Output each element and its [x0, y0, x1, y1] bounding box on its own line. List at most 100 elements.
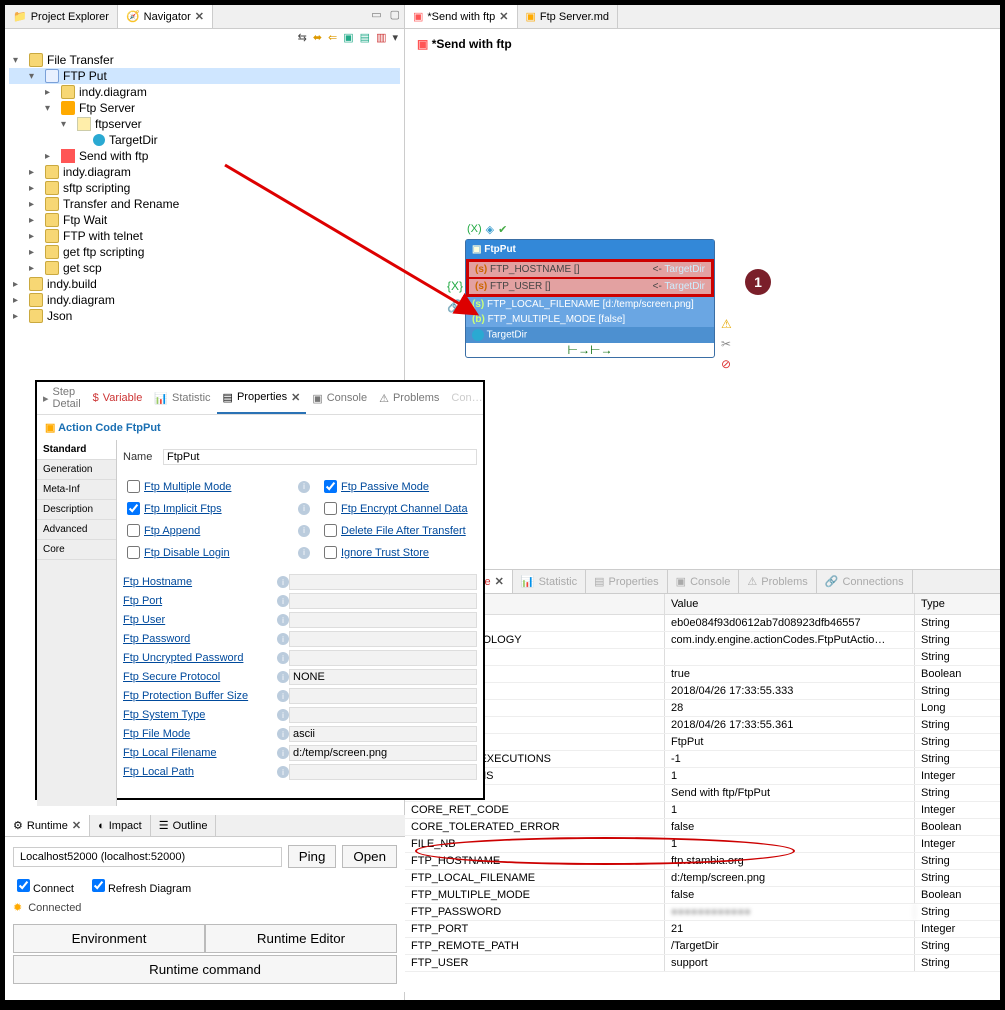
- refresh-checkbox[interactable]: [92, 879, 105, 892]
- table-row[interactable]: FILE_NB1Integer: [405, 836, 1000, 853]
- table-row[interactable]: FTP_PORT21Integer: [405, 921, 1000, 938]
- properties-panel: ▸ Step Detail $ Variable 📊 Statistic ▤ P…: [35, 380, 485, 800]
- tab-statistic2[interactable]: 📊 Statistic: [148, 382, 216, 414]
- close-icon[interactable]: ✕: [495, 575, 504, 588]
- table-row[interactable]: …EFtpPutString: [405, 734, 1000, 751]
- propnav-generation[interactable]: Generation: [37, 460, 116, 480]
- tab-conn2[interactable]: Con…: [445, 382, 488, 414]
- tree-icon-2[interactable]: ▤: [360, 31, 370, 44]
- ftp-localfn-input[interactable]: [289, 745, 477, 761]
- open-button[interactable]: Open: [342, 845, 397, 868]
- tab-connections[interactable]: 🔗 Connections: [817, 570, 913, 593]
- cb-multi[interactable]: [127, 480, 140, 493]
- tree-targetdir[interactable]: TargetDir: [9, 132, 400, 148]
- ftp-user-input[interactable]: [289, 612, 477, 628]
- tab-impact[interactable]: ◐ Impact: [90, 815, 151, 836]
- collapse-all-icon[interactable]: ⇆: [298, 31, 307, 44]
- ftp-secure-input[interactable]: [289, 669, 477, 685]
- propnav-description[interactable]: Description: [37, 500, 116, 520]
- tab-properties2[interactable]: ▤ Properties ✕: [217, 382, 307, 414]
- propnav-metainf[interactable]: Meta-Inf: [37, 480, 116, 500]
- table-row[interactable]: …N_ACTIONtrueBoolean: [405, 666, 1000, 683]
- cb-ignore[interactable]: [324, 546, 337, 559]
- tab-navigator[interactable]: 🧭 Navigator ✕: [118, 5, 213, 28]
- table-row[interactable]: …EXECUTIONS1Integer: [405, 768, 1000, 785]
- tab-problems2[interactable]: ⚠ Problems: [373, 382, 445, 414]
- forbid-icon: ⊘: [721, 357, 732, 371]
- ftp-unc-password-input[interactable]: [289, 650, 477, 666]
- close-icon[interactable]: ✕: [499, 10, 508, 23]
- propnav-core[interactable]: Core: [37, 540, 116, 560]
- tab-statistic[interactable]: 📊 Statistic: [513, 570, 586, 593]
- table-row[interactable]: …DATE2018/04/26 17:33:55.361String: [405, 717, 1000, 734]
- table-row[interactable]: FTP_PASSWORD●●●●●●●●●●●●String: [405, 904, 1000, 921]
- check-icon: ✔: [498, 223, 507, 236]
- runtime-host-input[interactable]: [13, 847, 282, 867]
- table-row[interactable]: …ATION28Long: [405, 700, 1000, 717]
- back-icon[interactable]: ⇐: [328, 31, 337, 44]
- cb-implicit[interactable]: [127, 502, 140, 515]
- tab-stepdetail[interactable]: ▸ Step Detail: [37, 382, 87, 414]
- table-row[interactable]: …ENABLED_EXECUTIONS-1String: [405, 751, 1000, 768]
- runtime-editor-button[interactable]: Runtime Editor: [205, 924, 397, 953]
- variable-table[interactable]: …ON_IDeb0e084f93d0612ab7d08923dfb46557St…: [405, 615, 1000, 1010]
- ftp-port-input[interactable]: [289, 593, 477, 609]
- table-row[interactable]: FTP_HOSTNAMEftp.stambia.orgString: [405, 853, 1000, 870]
- name-input[interactable]: [163, 449, 477, 465]
- ftp-localpath-input[interactable]: [289, 764, 477, 780]
- ftp-sys-input[interactable]: [289, 707, 477, 723]
- table-row[interactable]: …ON_IDeb0e084f93d0612ab7d08923dfb46557St…: [405, 615, 1000, 632]
- minimize-icon[interactable]: ▭: [367, 5, 385, 28]
- tab-console2[interactable]: ▣ Console: [306, 382, 373, 414]
- ftp-buf-input[interactable]: [289, 688, 477, 704]
- close-icon[interactable]: ✕: [195, 10, 204, 23]
- cb-encrypt[interactable]: [324, 502, 337, 515]
- environment-button[interactable]: Environment: [13, 924, 205, 953]
- tab-problems[interactable]: ⚠ Problems: [739, 570, 816, 593]
- cb-disable[interactable]: [127, 546, 140, 559]
- table-row[interactable]: FTP_LOCAL_FILENAMEd:/temp/screen.pngStri…: [405, 870, 1000, 887]
- table-row[interactable]: FTP_REMOTE_PATH/TargetDirString: [405, 938, 1000, 955]
- close-icon[interactable]: ✕: [291, 391, 300, 404]
- runtime-command-button[interactable]: Runtime command: [13, 955, 397, 984]
- editor-tab-send-ftp[interactable]: ▣*Send with ftp ✕: [405, 5, 518, 28]
- close-icon[interactable]: ✕: [72, 819, 81, 832]
- ftp-hostname-input[interactable]: [289, 574, 477, 590]
- ftp-mode-input[interactable]: [289, 726, 477, 742]
- tree-ftp-put[interactable]: ▾FTP Put: [9, 68, 400, 84]
- table-row[interactable]: Send with ftp/FtpPutString: [405, 785, 1000, 802]
- callout-1: 1: [745, 269, 771, 295]
- editor-tab-ftp-md[interactable]: ▣Ftp Server.md: [518, 5, 618, 28]
- table-row[interactable]: …ON_TECHNOLOGYcom.indy.engine.actionCode…: [405, 632, 1000, 649]
- table-row[interactable]: …N_DATE2018/04/26 17:33:55.333String: [405, 683, 1000, 700]
- table-row[interactable]: CORE_RET_CODE1Integer: [405, 802, 1000, 819]
- navigator-tree[interactable]: ▾File Transfer ▾FTP Put ▸indy.diagram ▾F…: [5, 46, 404, 391]
- table-row[interactable]: CORE_TOLERATED_ERRORfalseBoolean: [405, 819, 1000, 836]
- propnav-advanced[interactable]: Advanced: [37, 520, 116, 540]
- connect-checkbox[interactable]: [17, 879, 30, 892]
- diagram-canvas[interactable]: (X) ◈ ✔ ▣ FtpPut (s) FTP_HOSTNAME []<- T…: [405, 59, 1000, 379]
- tree-icon-1[interactable]: ▣: [343, 31, 353, 44]
- editor-title: ▣ *Send with ftp: [405, 29, 1000, 59]
- tab-variable2[interactable]: $ Variable: [87, 382, 149, 414]
- tab-properties[interactable]: ▤ Properties: [586, 570, 668, 593]
- tab-console[interactable]: ▣ Console: [668, 570, 740, 593]
- cb-passive[interactable]: [324, 480, 337, 493]
- table-row[interactable]: FTP_USERsupportString: [405, 955, 1000, 972]
- link-editor-icon[interactable]: ⬌: [313, 31, 322, 44]
- tab-outline[interactable]: ☰ Outline: [151, 815, 217, 836]
- ping-button[interactable]: Ping: [288, 845, 337, 868]
- propnav-standard[interactable]: Standard: [37, 440, 116, 460]
- menu-icon[interactable]: ▾: [392, 31, 398, 44]
- scissors-icon: ✂: [721, 337, 732, 351]
- table-row[interactable]: FTP_MULTIPLE_MODEfalseBoolean: [405, 887, 1000, 904]
- tab-project-explorer[interactable]: 📁 Project Explorer: [5, 5, 118, 28]
- ftp-password-input[interactable]: [289, 631, 477, 647]
- tree-icon-3[interactable]: ▥: [376, 31, 386, 44]
- maximize-icon[interactable]: ▢: [386, 5, 404, 28]
- cb-delete[interactable]: [324, 524, 337, 537]
- cb-append[interactable]: [127, 524, 140, 537]
- tab-runtime[interactable]: ⚙ Runtime ✕: [5, 815, 90, 836]
- table-row[interactable]: …ON_TXTString: [405, 649, 1000, 666]
- ftpput-node[interactable]: ▣ FtpPut (s) FTP_HOSTNAME []<- TargetDir…: [465, 239, 715, 358]
